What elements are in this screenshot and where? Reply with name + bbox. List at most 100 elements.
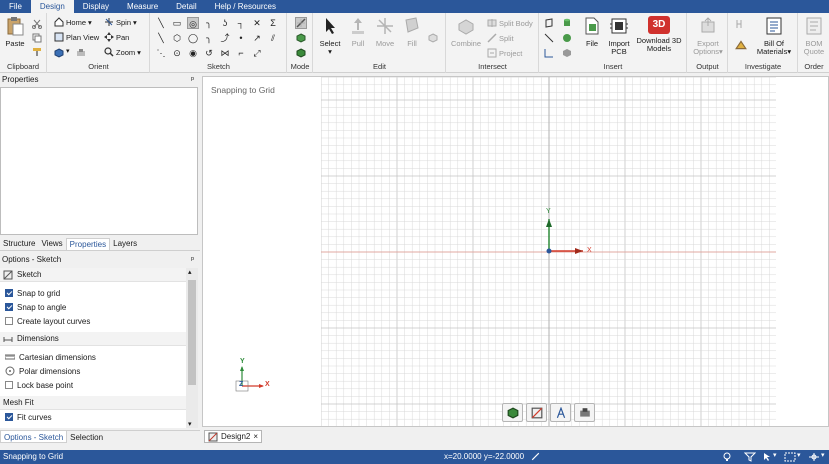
- trim-tool-icon[interactable]: ✕: [251, 17, 263, 29]
- split-button[interactable]: Split: [487, 33, 514, 43]
- import-pcb-button[interactable]: Import PCB: [606, 16, 632, 56]
- mini-sketch-grid-button[interactable]: [526, 403, 547, 422]
- tab-properties[interactable]: Properties: [65, 238, 111, 250]
- view-navigation-icon[interactable]: [808, 452, 820, 462]
- paste-button[interactable]: Paste: [3, 16, 27, 48]
- slot-tool-icon[interactable]: ⊙: [171, 47, 183, 59]
- move-button[interactable]: Move: [373, 16, 397, 48]
- pan-button[interactable]: Pan: [104, 32, 129, 42]
- combine-button[interactable]: Combine: [450, 16, 482, 48]
- polygon-tool-icon[interactable]: ⬡: [171, 32, 183, 44]
- mini-dimension-button[interactable]: [574, 403, 595, 422]
- circle-tool-icon[interactable]: ◎: [187, 17, 199, 29]
- create-layout-curves-checkbox[interactable]: [5, 317, 13, 325]
- option-create-layout-curves[interactable]: Create layout curves: [0, 314, 186, 328]
- ellipse-tool-icon[interactable]: ◯: [187, 32, 199, 44]
- option-fit-curves[interactable]: Fit curves: [0, 410, 186, 424]
- bom-quote-button[interactable]: BOM Quote: [800, 16, 828, 56]
- option-lock-base-point[interactable]: Lock base point: [0, 378, 186, 392]
- mini-3d-mode-button[interactable]: [502, 403, 523, 422]
- format-painter-icon[interactable]: [32, 47, 42, 57]
- split-body-button[interactable]: Split Body: [487, 18, 533, 28]
- close-icon[interactable]: ×: [253, 432, 258, 441]
- origin-icon[interactable]: [544, 48, 554, 58]
- zoom-button[interactable]: Zoom ▾: [104, 47, 141, 57]
- tangent-line-icon[interactable]: ╲: [155, 32, 167, 44]
- spin-button[interactable]: Spin ▾: [104, 17, 137, 27]
- scroll-up-icon[interactable]: ▴: [188, 268, 192, 276]
- tab-design[interactable]: Design: [30, 0, 74, 13]
- mini-annotation-button[interactable]: [550, 403, 571, 422]
- project-curve-icon[interactable]: ⤢: [251, 47, 263, 59]
- export-options-button[interactable]: Export Options▾: [690, 16, 726, 56]
- section-mesh-fit[interactable]: Mesh Fit: [0, 396, 186, 410]
- line-tool-icon[interactable]: ╲: [155, 17, 167, 29]
- measure-icon[interactable]: [735, 39, 747, 51]
- document-tab-design2[interactable]: Design2 ×: [204, 430, 263, 443]
- scrollbar-thumb[interactable]: [188, 280, 196, 385]
- extend-tool-icon[interactable]: ↗: [251, 32, 263, 44]
- bulb-icon[interactable]: [722, 452, 732, 462]
- bill-of-materials-button[interactable]: Bill Of Materials▾: [755, 16, 793, 56]
- snap-to-grid-checkbox[interactable]: [5, 289, 13, 297]
- section-mode-icon[interactable]: [296, 33, 306, 43]
- edit-extra-icon[interactable]: [428, 33, 438, 43]
- cut-icon[interactable]: [32, 19, 42, 29]
- option-snap-to-grid[interactable]: Snap to grid: [0, 286, 186, 300]
- sweep-arc-icon[interactable]: ╮: [203, 32, 215, 44]
- construction-line-icon[interactable]: ⋱: [155, 47, 167, 59]
- section-sketch[interactable]: Sketch: [0, 268, 186, 282]
- three-point-circle-icon[interactable]: ◉: [187, 47, 199, 59]
- home-button[interactable]: Home ▾: [54, 17, 92, 27]
- project-button[interactable]: Project: [487, 48, 522, 58]
- chevron-down-icon[interactable]: ▾: [821, 451, 825, 459]
- cube-view-icon[interactable]: [54, 48, 64, 58]
- fit-curves-checkbox[interactable]: [5, 413, 13, 421]
- snap-toggle-icon[interactable]: [530, 451, 541, 462]
- chevron-down-icon[interactable]: ▾: [66, 47, 70, 55]
- tab-measure[interactable]: Measure: [118, 0, 167, 13]
- tab-help-resources[interactable]: Help / Resources: [206, 0, 285, 13]
- pin-icon[interactable]: ᵖ: [191, 255, 194, 264]
- chevron-down-icon[interactable]: ▾: [773, 451, 777, 459]
- offset-tool-icon[interactable]: ⫽: [267, 32, 279, 44]
- selection-filter-icon[interactable]: [744, 452, 756, 462]
- plane-icon[interactable]: [544, 18, 554, 28]
- tab-detail[interactable]: Detail: [167, 0, 205, 13]
- tab-layers[interactable]: Layers: [110, 238, 140, 250]
- pull-button[interactable]: Pull: [346, 16, 370, 48]
- tab-structure[interactable]: Structure: [0, 238, 38, 250]
- tab-file[interactable]: File: [0, 0, 31, 13]
- copy-icon[interactable]: [32, 33, 42, 43]
- sketch-mode-icon[interactable]: [295, 17, 307, 29]
- bend-tool-icon[interactable]: ⤴: [219, 32, 231, 44]
- plan-view-button[interactable]: Plan View: [54, 32, 99, 42]
- spline-tool-icon[interactable]: ʖ: [219, 17, 231, 29]
- tab-selection[interactable]: Selection: [67, 431, 106, 443]
- snap-to-angle-checkbox[interactable]: [5, 303, 13, 311]
- lock-base-point-checkbox[interactable]: [5, 381, 13, 389]
- tab-options-sketch[interactable]: Options - Sketch: [0, 431, 68, 443]
- tab-display[interactable]: Display: [74, 0, 118, 13]
- box-select-icon[interactable]: [784, 452, 796, 462]
- cylinder-icon[interactable]: [562, 18, 572, 28]
- view-options-icon[interactable]: [76, 48, 86, 58]
- 3d-mode-icon[interactable]: [296, 48, 306, 58]
- chevron-down-icon[interactable]: ▾: [797, 451, 801, 459]
- download-3d-models-button[interactable]: 3D Download 3D Models: [635, 16, 683, 53]
- design-viewport[interactable]: Snapping to Grid Y X Y X Z: [202, 76, 829, 427]
- corner-tool-icon[interactable]: ┐: [235, 17, 247, 29]
- options-scrollbar[interactable]: ▴ ▾: [186, 268, 198, 428]
- three-point-arc-icon[interactable]: ↺: [203, 47, 215, 59]
- check-geometry-icon[interactable]: [735, 19, 745, 29]
- tab-views[interactable]: Views: [38, 238, 65, 250]
- select-cursor-icon[interactable]: [762, 452, 772, 462]
- shell-icon[interactable]: [562, 48, 572, 58]
- option-snap-to-angle[interactable]: Snap to angle: [0, 300, 186, 314]
- pin-icon[interactable]: ᵖ: [191, 75, 194, 84]
- mirror-tool-icon[interactable]: ⋈: [219, 47, 231, 59]
- rectangle-tool-icon[interactable]: ▭: [171, 17, 183, 29]
- select-button[interactable]: Select ▾: [317, 16, 343, 56]
- equation-tool-icon[interactable]: Σ: [267, 17, 279, 29]
- fillet-tool-icon[interactable]: ⌐: [235, 47, 247, 59]
